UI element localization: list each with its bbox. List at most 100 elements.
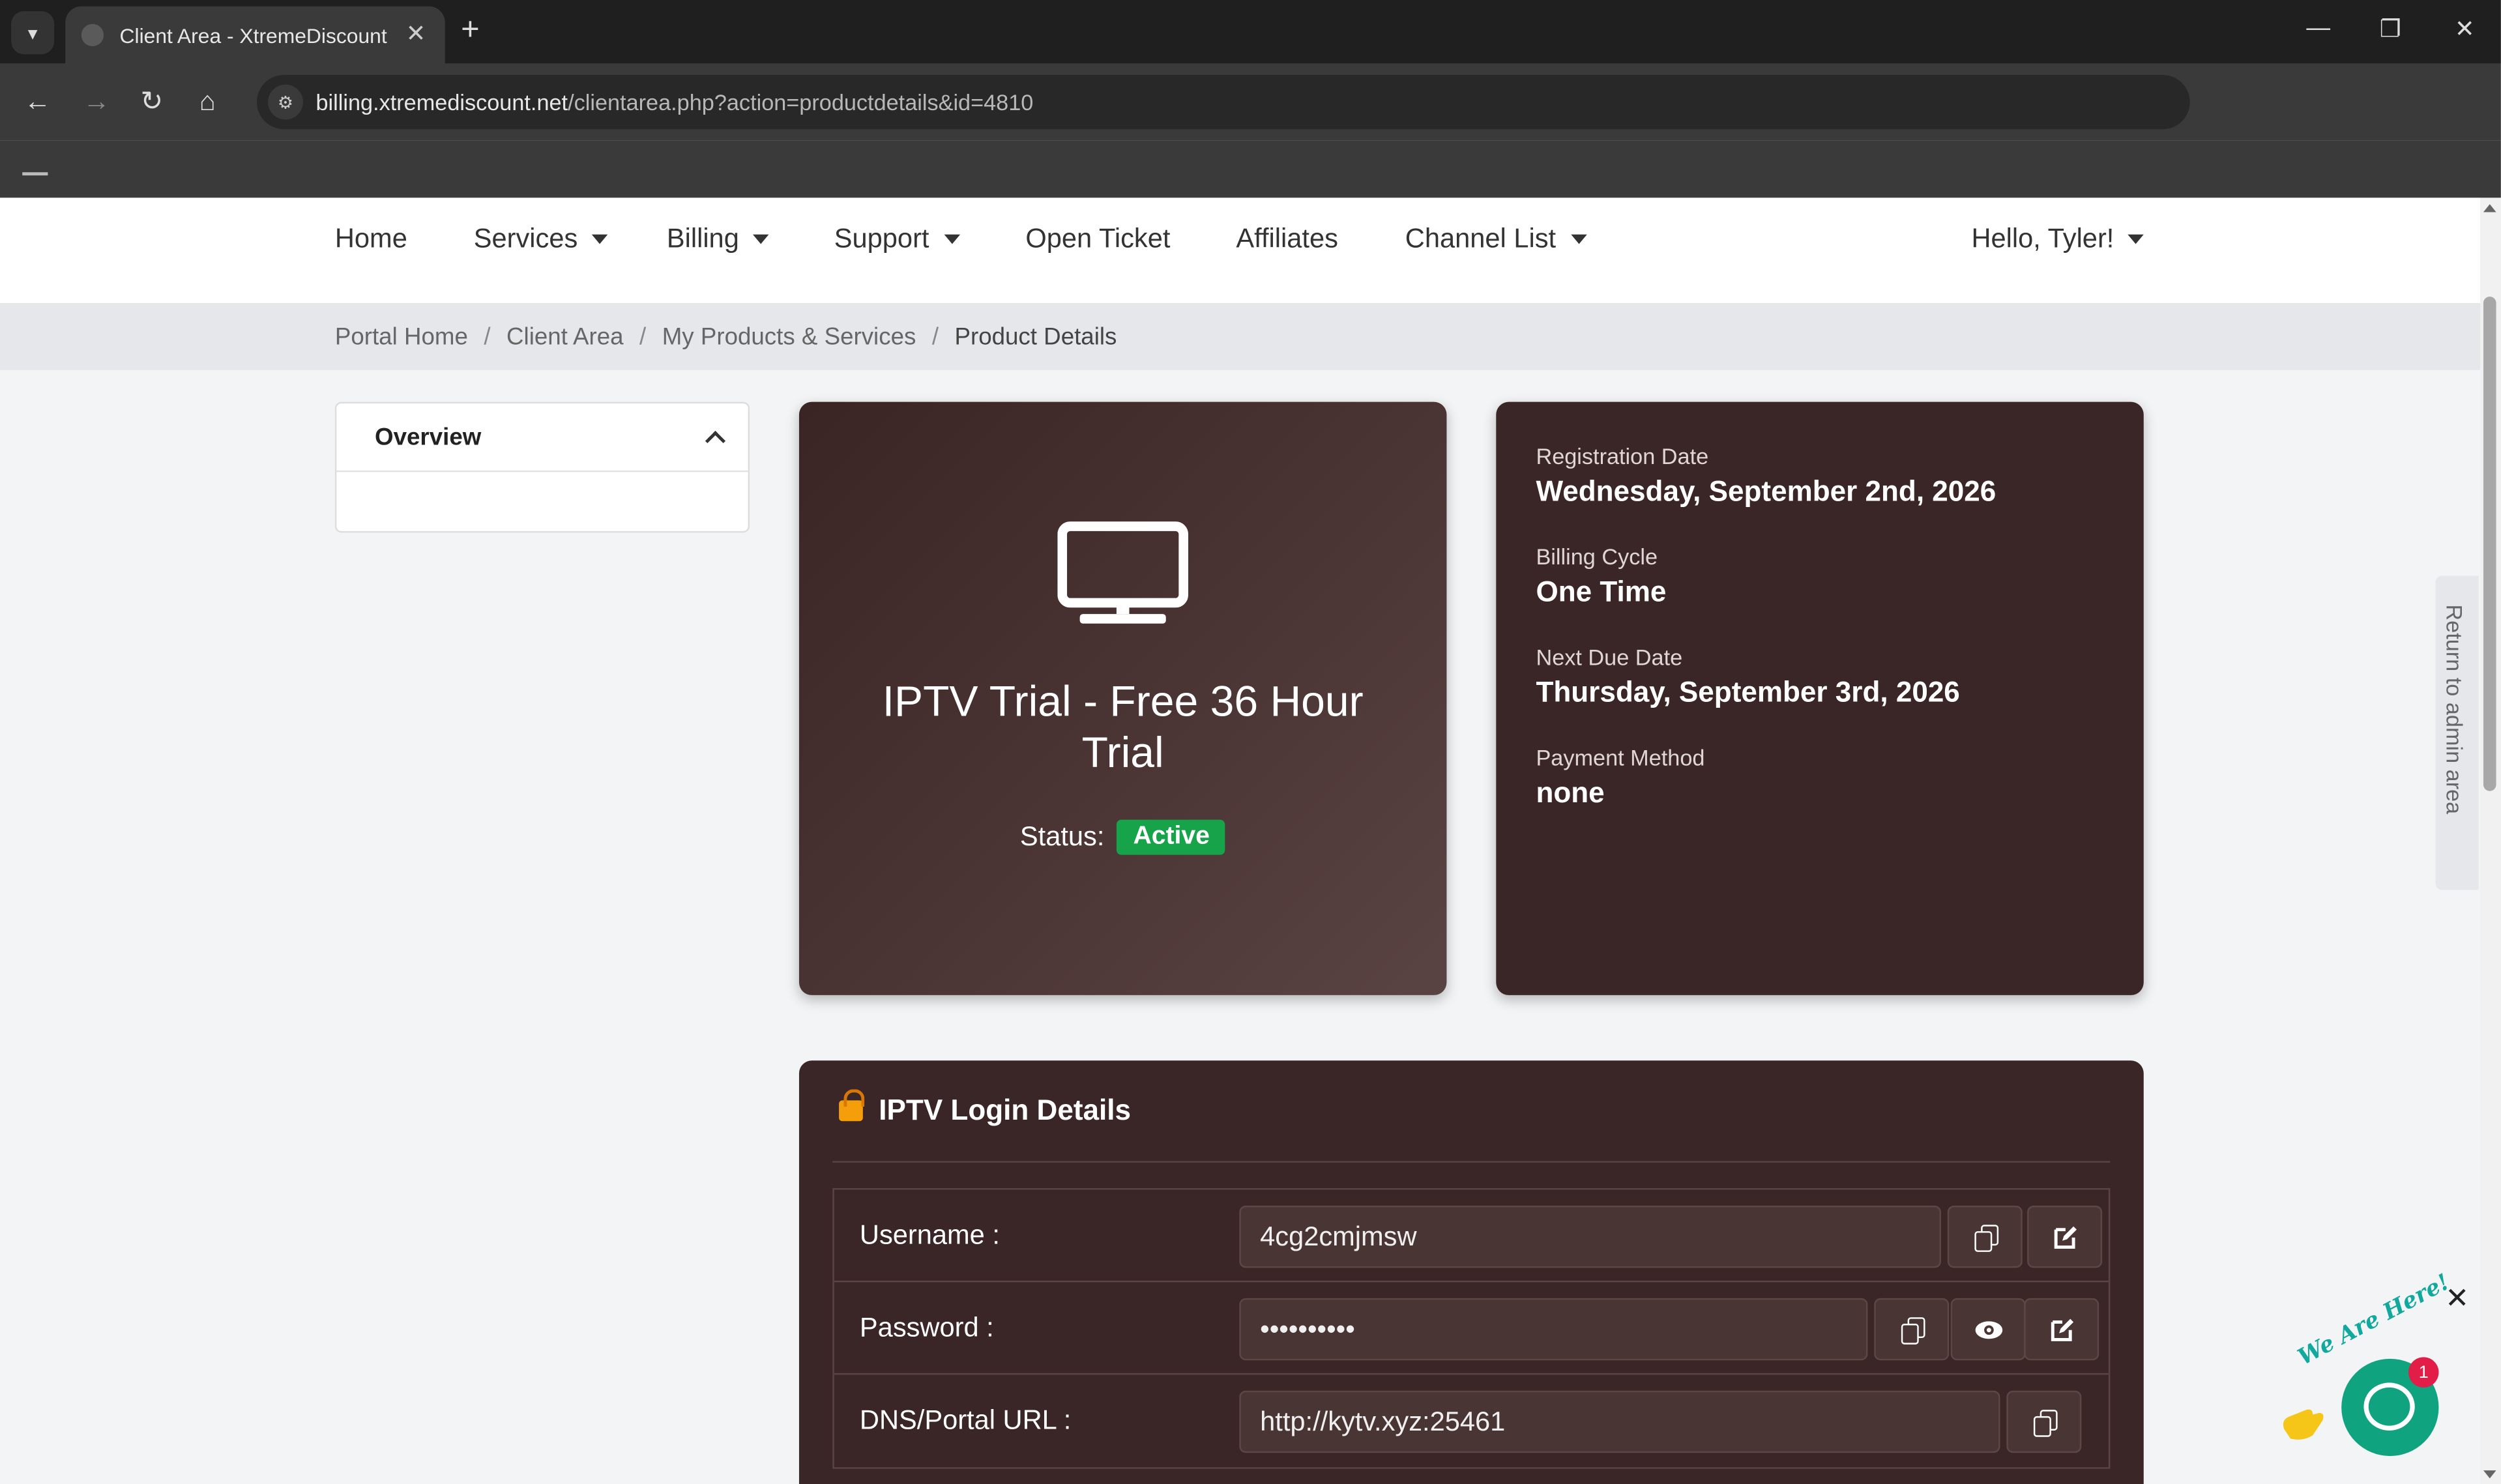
nav-services[interactable]: Services xyxy=(474,224,608,255)
eye-icon xyxy=(1974,1320,2002,1339)
new-tab-button[interactable]: + xyxy=(461,13,480,50)
billing-cycle-label: Billing Cycle xyxy=(1536,544,1658,570)
sidebar-overview-title: Overview xyxy=(375,423,482,451)
registration-date-value: Wednesday, September 2nd, 2026 xyxy=(1536,475,1996,508)
restore-icon[interactable]: ❐ xyxy=(2380,14,2401,43)
chat-notification-badge: 1 xyxy=(2408,1357,2439,1388)
waving-hand-icon xyxy=(2283,1409,2324,1440)
lock-icon xyxy=(839,1089,865,1122)
url-path: /clientarea.php?action=productdetails&id… xyxy=(568,89,1034,115)
browser-tabbar: ▾ Client Area - XtremeDiscount ✕ + — ❐ ✕ xyxy=(0,0,2501,64)
tab-title: Client Area - XtremeDiscount xyxy=(119,23,387,48)
status-badge: Active xyxy=(1117,819,1226,855)
password-row: Password : •••••••••• xyxy=(834,1282,2109,1375)
dns-row: DNS/Portal URL : http://kytv.xyz:25461 xyxy=(834,1375,2109,1467)
nav-affiliates[interactable]: Affiliates xyxy=(1236,224,1338,255)
return-to-admin-tab[interactable]: Return to admin area xyxy=(2435,575,2479,890)
chat-icon xyxy=(2363,1382,2415,1431)
copy-username-button[interactable] xyxy=(1947,1205,2023,1268)
nav-support[interactable]: Support xyxy=(834,224,959,255)
username-field[interactable]: 4cg2cmjmsw xyxy=(1239,1205,1941,1268)
nav-channel-list-label: Channel List xyxy=(1405,223,1557,254)
breadcrumb-separator: / xyxy=(931,323,939,351)
copy-icon xyxy=(1900,1316,1925,1344)
login-title: IPTV Login Details xyxy=(879,1094,1131,1126)
payment-method-value: none xyxy=(1536,776,1605,809)
scroll-down-icon[interactable] xyxy=(2483,1470,2496,1479)
site-settings-icon[interactable]: ⚙ xyxy=(268,84,303,120)
breadcrumb-current: Product Details xyxy=(954,323,1117,351)
page-scrollbar[interactable] xyxy=(2480,197,2501,1484)
breadcrumb-separator: / xyxy=(484,323,491,351)
browser-toolbar: ← → ↻ ⌂ ⚙ billing.xtremediscount.net/cli… xyxy=(0,63,2501,141)
globe-icon xyxy=(81,23,104,46)
top-navigation: Home Services Billing Support Open Ticke… xyxy=(0,197,2481,305)
chevron-up-icon[interactable] xyxy=(705,429,726,450)
back-icon[interactable]: ← xyxy=(24,86,51,118)
caret-down-icon xyxy=(1570,234,1587,244)
password-field[interactable]: •••••••••• xyxy=(1239,1298,1868,1361)
url-domain: billing.xtremediscount.net xyxy=(315,89,568,115)
monitor-icon xyxy=(1057,521,1189,624)
caret-down-icon xyxy=(753,234,770,244)
copy-icon xyxy=(2032,1408,2057,1436)
nav-home[interactable]: Home xyxy=(335,224,407,255)
login-table: Username : 4cg2cmjmsw Password : •••••••… xyxy=(832,1188,2111,1469)
return-to-admin-label: Return to admin area xyxy=(2442,604,2468,815)
close-window-icon[interactable]: ✕ xyxy=(2455,14,2475,43)
breadcrumb-products[interactable]: My Products & Services xyxy=(662,324,916,351)
next-due-date-label: Next Due Date xyxy=(1536,644,1683,670)
browser-tab[interactable]: Client Area - XtremeDiscount ✕ xyxy=(65,6,445,64)
reload-icon[interactable]: ↻ xyxy=(140,86,163,118)
copy-password-button[interactable] xyxy=(1874,1298,1950,1361)
forward-icon[interactable]: → xyxy=(83,86,110,118)
home-icon[interactable]: ⌂ xyxy=(199,86,216,118)
product-card: IPTV Trial - Free 36 Hour Trial Status: … xyxy=(798,401,1447,995)
payment-method-label: Payment Method xyxy=(1536,744,1705,770)
page-content: Home Services Billing Support Open Ticke… xyxy=(0,197,2481,1484)
nav-user-label: Hello, Tyler! xyxy=(1971,223,2114,254)
caret-down-icon xyxy=(592,234,608,244)
username-row: Username : 4cg2cmjmsw xyxy=(834,1189,2109,1283)
nav-open-ticket[interactable]: Open Ticket xyxy=(1025,224,1170,255)
billing-info-card: Registration Date Wednesday, September 2… xyxy=(1496,401,2144,995)
dns-label: DNS/Portal URL : xyxy=(859,1404,1072,1436)
nav-home-label: Home xyxy=(334,223,407,254)
dns-field[interactable]: http://kytv.xyz:25461 xyxy=(1239,1390,2000,1453)
edit-username-button[interactable] xyxy=(2027,1205,2103,1268)
sidebar-overview-panel: Overview xyxy=(334,401,750,533)
product-name: IPTV Trial - Free 36 Hour Trial xyxy=(882,677,1364,777)
nav-billing[interactable]: Billing xyxy=(666,223,770,255)
nav-support-label: Support xyxy=(834,223,929,254)
scrollbar-thumb[interactable] xyxy=(2483,297,2496,791)
sidebar-overview-header[interactable]: Overview xyxy=(336,403,748,473)
caret-down-icon xyxy=(2128,234,2144,244)
login-header: IPTV Login Details xyxy=(832,1060,2111,1163)
product-status: Status: Active xyxy=(799,819,1446,855)
copy-dns-button[interactable] xyxy=(2006,1390,2082,1453)
edit-icon xyxy=(2050,1318,2073,1341)
nav-user-menu[interactable]: Hello, Tyler! xyxy=(1971,224,2144,255)
close-tab-icon[interactable]: ✕ xyxy=(406,19,426,48)
edit-password-button[interactable] xyxy=(2024,1298,2099,1361)
breadcrumb-client-area[interactable]: Client Area xyxy=(506,324,624,351)
copy-icon xyxy=(1974,1224,1998,1251)
minimize-icon[interactable]: — xyxy=(2306,14,2330,42)
breadcrumb-portal-home[interactable]: Portal Home xyxy=(335,324,468,351)
tab-search-button[interactable]: ▾ xyxy=(11,11,55,55)
show-password-button[interactable] xyxy=(1950,1298,2026,1361)
status-label: Status: xyxy=(1019,821,1105,852)
bookmarks-bar xyxy=(0,140,2501,198)
breadcrumb-separator: / xyxy=(639,323,647,351)
nav-billing-label: Billing xyxy=(666,223,739,254)
iptv-login-card: IPTV Login Details Username : 4cg2cmjmsw… xyxy=(798,1060,2144,1484)
registration-date-label: Registration Date xyxy=(1536,443,1709,469)
edit-icon xyxy=(2053,1225,2076,1248)
address-bar[interactable]: ⚙ billing.xtremediscount.net/clientarea.… xyxy=(256,75,2190,130)
scroll-up-icon[interactable] xyxy=(2483,204,2496,212)
nav-channel-list[interactable]: Channel List xyxy=(1405,224,1587,255)
bookmark-folder-icon[interactable] xyxy=(22,160,48,176)
nav-open-ticket-label: Open Ticket xyxy=(1025,223,1171,254)
caret-down-icon xyxy=(943,234,959,244)
username-label: Username : xyxy=(859,1219,1000,1251)
